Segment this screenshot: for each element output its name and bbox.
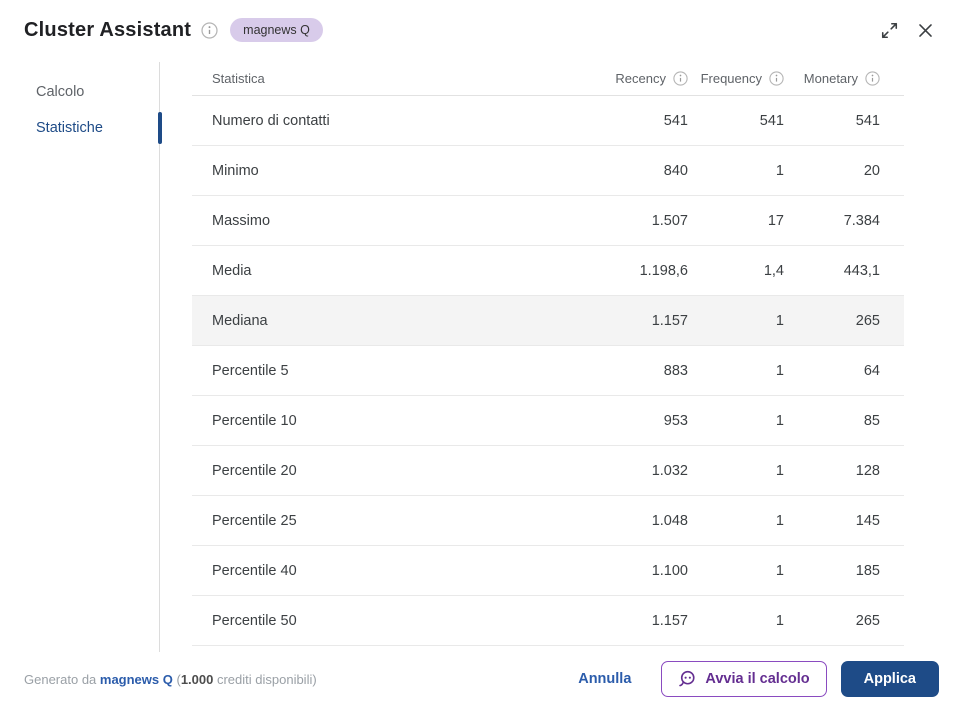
cell-monetary: 7.384 [843,212,880,229]
cell-frequency: 1 [775,362,784,379]
cell-frequency: 1 [775,612,784,629]
table-row: Mediana 1.157 1 265 [192,296,904,346]
credits-suffix: crediti disponibili) [213,671,317,687]
cell-recency: 953 [663,412,688,429]
cell-monetary: 20 [863,162,880,179]
cell-monetary: 541 [855,112,880,129]
cell-recency: 1.507 [651,212,688,229]
cell-statistic: Percentile 40 [212,562,297,579]
table-header: Statistica Recency Frequency Monetary [192,62,904,96]
cell-frequency: 1 [775,462,784,479]
cell-monetary: 185 [855,562,880,579]
cancel-button[interactable]: Annulla [568,663,641,695]
table-row: Numero di contatti 541 541 541 [192,96,904,146]
cell-recency: 1.198,6 [639,262,688,279]
cell-frequency: 1 [775,512,784,529]
frequency-info-icon[interactable] [769,71,784,86]
column-header-frequency: Frequency [688,71,784,86]
cluster-assistant-dialog: Cluster Assistant magnews Q Calcolo Stati… [0,0,963,714]
cell-frequency: 1 [775,562,784,579]
title-info-icon[interactable] [201,21,218,39]
table-row: Percentile 5 883 1 64 [192,346,904,396]
cell-recency: 1.157 [651,312,688,329]
cell-frequency: 1 [775,162,784,179]
column-label: Recency [615,71,666,86]
cell-monetary: 443,1 [843,262,880,279]
cell-statistic: Media [212,262,252,279]
column-label: Monetary [803,71,858,86]
column-header-recency: Recency [588,71,688,86]
page-title: Cluster Assistant [24,18,192,41]
cell-frequency: 541 [759,112,784,129]
close-icon[interactable] [911,16,939,44]
table-row: Media 1.198,6 1,4 443,1 [192,246,904,296]
dialog-footer: Generato da magnews Q (1.000 crediti dis… [0,652,963,714]
footer-actions: Annulla Avvia il calcolo Applica [568,661,939,697]
cell-monetary: 128 [855,462,880,479]
recency-info-icon[interactable] [673,71,688,86]
cell-statistic: Percentile 10 [212,412,297,429]
table-row: Percentile 25 1.048 1 145 [192,496,904,546]
cell-statistic: Percentile 25 [212,512,297,529]
sidebar-item-calcolo[interactable]: Calcolo [0,74,159,110]
cell-recency: 1.157 [651,612,688,629]
cell-monetary: 265 [855,312,880,329]
run-calculation-label: Avvia il calcolo [705,671,810,687]
apply-button[interactable]: Applica [840,661,939,697]
cell-frequency: 1 [775,412,784,429]
credits-open: ( [172,671,181,687]
status-badge: magnews Q [230,17,323,43]
run-calculation-button[interactable]: Avvia il calcolo [661,661,827,697]
cell-recency: 883 [663,362,688,379]
cell-recency: 1.032 [651,462,688,479]
table-body: Numero di contatti 541 541 541 Minimo 840 1 20 M… [192,96,904,646]
sidebar-item-label: Statistiche [36,120,103,136]
cell-recency: 541 [663,112,688,129]
table-row: Minimo 840 1 20 [192,146,904,196]
column-label: Frequency [700,71,762,86]
cell-recency: 1.048 [651,512,688,529]
cell-statistic: Mediana [212,312,268,329]
column-label: Statistica [212,71,265,86]
cell-frequency: 1 [775,312,784,329]
sidebar: Calcolo Statistiche [0,62,162,652]
column-header-monetary: Monetary [784,71,880,86]
statistics-panel: Statistica Recency Frequency Monetary Nu… [160,62,963,652]
credits-text: Generato da magnews Q (1.000 crediti dis… [24,672,317,687]
table-row: Massimo 1.507 17 7.384 [192,196,904,246]
cell-frequency: 17 [767,212,784,229]
table-row: Percentile 40 1.100 1 185 [192,546,904,596]
cell-monetary: 64 [863,362,880,379]
expand-icon[interactable] [875,16,903,44]
cell-statistic: Percentile 50 [212,612,297,629]
cell-recency: 1.100 [651,562,688,579]
cell-monetary: 85 [863,412,880,429]
dialog-body: Calcolo Statistiche Statistica Recency F… [0,54,963,652]
table-row: Percentile 20 1.032 1 128 [192,446,904,496]
sidebar-item-statistiche[interactable]: Statistiche [0,110,162,146]
sidebar-item-label: Calcolo [36,84,85,100]
q-assistant-icon [678,670,696,688]
column-header-statistica: Statistica [192,71,588,86]
monetary-info-icon[interactable] [865,71,880,86]
cell-monetary: 145 [855,512,880,529]
cell-statistic: Numero di contatti [212,112,330,129]
cell-statistic: Minimo [212,162,259,179]
cell-recency: 840 [663,162,688,179]
cell-monetary: 265 [855,612,880,629]
cell-statistic: Percentile 5 [212,362,289,379]
cell-statistic: Massimo [212,212,271,229]
table-row: Percentile 10 953 1 85 [192,396,904,446]
dialog-header: Cluster Assistant magnews Q [0,0,963,54]
brand-name: magnews Q [99,671,173,687]
table-row: Percentile 50 1.157 1 265 [192,596,904,646]
credits-value: 1.000 [180,671,214,687]
generated-by-text: Generato da [24,671,100,687]
cell-statistic: Percentile 20 [212,462,297,479]
cell-frequency: 1,4 [763,262,784,279]
